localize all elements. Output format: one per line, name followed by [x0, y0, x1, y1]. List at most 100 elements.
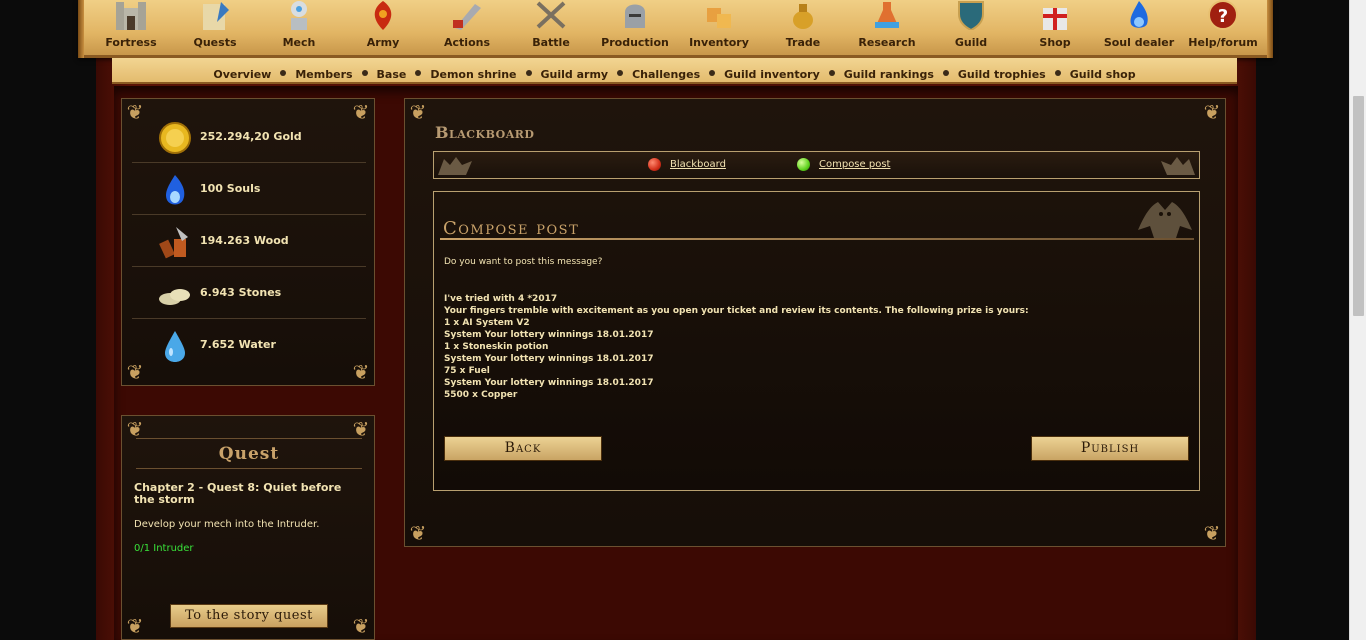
quest-title: Quest — [218, 444, 280, 464]
nav-label: Actions — [444, 36, 490, 49]
wood-icon — [159, 227, 188, 259]
nav-right-edge — [1267, 0, 1273, 58]
scrollbar-thumb[interactable] — [1353, 96, 1364, 316]
gargoyle-icon — [1161, 157, 1195, 175]
message-line: Your fingers tremble with excitement as … — [444, 306, 1029, 316]
nav-label: Fortress — [105, 36, 157, 49]
production-icon — [625, 4, 645, 28]
subnav-demon-shrine[interactable]: Demon shrine — [430, 68, 516, 81]
compose-post-box: Compose post Do you want to post this me… — [433, 191, 1200, 491]
nav-shop[interactable]: Shop — [1013, 0, 1097, 50]
confirm-question: Do you want to post this message? — [444, 257, 603, 267]
nav-quests[interactable]: Quests — [173, 0, 257, 50]
nav-production[interactable]: Production — [593, 0, 677, 50]
tab-blackboard[interactable]: Blackboard — [648, 158, 726, 171]
top-navigation: Fortress Quests Mech Army Actions Battle… — [78, 0, 1273, 58]
help-icon: ? — [1208, 0, 1238, 30]
svg-text:?: ? — [1218, 6, 1228, 27]
nav-inventory[interactable]: Inventory — [677, 0, 761, 50]
quest-panel: ❦ ❦ ❦ ❦ Quest Chapter 2 - Quest 8: Quiet… — [121, 415, 375, 640]
separator-dot — [828, 70, 835, 76]
guild-icon — [958, 1, 984, 30]
subnav-members[interactable]: Members — [295, 68, 352, 81]
subnav-overview[interactable]: Overview — [213, 68, 271, 81]
soul-dealer-icon — [1130, 1, 1148, 28]
research-icon — [875, 2, 899, 28]
message-line: System Your lottery winnings 18.01.2017 — [444, 330, 654, 340]
water-amount: 7.652 Water — [200, 338, 276, 351]
divider — [136, 468, 362, 469]
subnav-base[interactable]: Base — [377, 68, 407, 81]
gargoyle-icon — [438, 157, 472, 175]
publish-button[interactable]: Publish — [1031, 436, 1189, 461]
ornament-corner-icon: ❦ — [1203, 100, 1221, 124]
nav-guild[interactable]: Guild — [929, 0, 1013, 50]
nav-label: Army — [366, 36, 400, 49]
nav-actions[interactable]: Actions — [425, 0, 509, 50]
nav-help-forum[interactable]: ? Help/forum — [1181, 0, 1265, 50]
nav-trade[interactable]: Trade — [761, 0, 845, 50]
separator-dot — [1054, 70, 1061, 76]
nav-research[interactable]: Research — [845, 0, 929, 50]
separator-dot — [415, 70, 422, 76]
message-line: I've tried with 4 *2017 — [444, 294, 558, 304]
nav-battle[interactable]: Battle — [509, 0, 593, 50]
quest-description: Develop your mech into the Intruder. — [134, 519, 320, 530]
resource-souls: 100 Souls — [132, 163, 366, 215]
green-orb-icon — [797, 158, 810, 171]
battle-icon — [536, 1, 566, 29]
actions-icon — [453, 4, 481, 30]
gargoyle-icon — [1138, 202, 1192, 238]
guild-subnavigation: Overview Members Base Demon shrine Guild arm… — [112, 58, 1237, 84]
compose-title: Compose post — [443, 218, 580, 239]
page-title: Blackboard — [435, 123, 535, 142]
shop-icon — [1043, 8, 1067, 30]
nav-army[interactable]: Army — [341, 0, 425, 50]
nav-label: Soul dealer — [1103, 36, 1175, 49]
tab-bar: Blackboard Compose post — [433, 151, 1200, 179]
nav-fortress[interactable]: Fortress — [89, 0, 173, 50]
message-line: System Your lottery winnings 18.01.2017 — [444, 378, 654, 388]
nav-left-edge — [78, 0, 84, 58]
souls-amount: 100 Souls — [200, 182, 261, 195]
divider — [440, 238, 1194, 240]
page-scrollbar[interactable] — [1349, 0, 1366, 640]
message-line: 5500 x Copper — [444, 390, 518, 400]
tab-compose-post[interactable]: Compose post — [797, 158, 890, 171]
nav-label: Mech — [282, 36, 316, 49]
ornament-corner-icon: ❦ — [409, 100, 427, 124]
fortress-icon — [116, 2, 146, 30]
nav-label: Shop — [1039, 36, 1071, 49]
ornament-corner-icon: ❦ — [352, 614, 370, 638]
subnav-guild-rankings[interactable]: Guild rankings — [844, 68, 934, 81]
mech-icon — [291, 1, 307, 30]
subnav-guild-inventory[interactable]: Guild inventory — [724, 68, 820, 81]
ornament-corner-icon: ❦ — [126, 614, 144, 638]
nav-soul-dealer[interactable]: Soul dealer — [1097, 0, 1181, 50]
nav-label: Research — [858, 36, 916, 49]
stones-amount: 6.943 Stones — [200, 286, 282, 299]
back-button[interactable]: Back — [444, 436, 602, 461]
resource-wood: 194.263 Wood — [132, 215, 366, 267]
divider — [136, 438, 362, 439]
resource-water: 7.652 Water — [132, 319, 366, 371]
resources-panel: ❦ ❦ ❦ ❦ 252.294,20 Gold 100 Souls 194.26… — [121, 98, 375, 386]
separator-dot — [709, 70, 716, 76]
nav-mech[interactable]: Mech — [257, 0, 341, 50]
subnav-guild-shop[interactable]: Guild shop — [1070, 68, 1136, 81]
subnav-guild-trophies[interactable]: Guild trophies — [958, 68, 1046, 81]
ornament-corner-icon: ❦ — [409, 521, 427, 545]
gold-icon — [159, 122, 191, 154]
inventory-icon — [707, 8, 731, 28]
nav-label: Help/forum — [1188, 36, 1258, 49]
subnav-challenges[interactable]: Challenges — [632, 68, 700, 81]
souls-icon — [165, 175, 185, 205]
story-quest-button[interactable]: To the story quest — [170, 604, 328, 628]
message-line: 1 x AI System V2 — [444, 318, 530, 328]
separator-dot — [525, 70, 532, 76]
resource-gold: 252.294,20 Gold — [132, 111, 366, 163]
trade-icon — [793, 4, 813, 29]
separator-dot — [361, 70, 368, 76]
subnav-guild-army[interactable]: Guild army — [541, 68, 609, 81]
quest-progress: 0/1 Intruder — [134, 543, 194, 554]
